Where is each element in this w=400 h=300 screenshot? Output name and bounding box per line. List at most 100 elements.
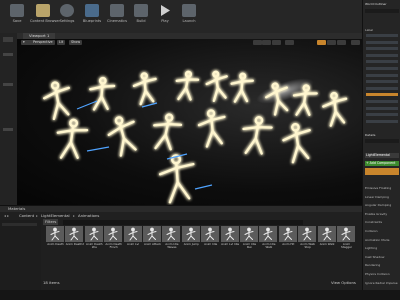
mode-tab[interactable] — [3, 83, 13, 86]
modes-panel — [0, 33, 18, 205]
details-property-row[interactable]: Emissive Floating — [365, 186, 399, 190]
mode-tab[interactable] — [3, 53, 13, 56]
asset-label: Anim Stagger — [340, 243, 352, 249]
asset-tile[interactable]: Anim Death Flinch — [104, 226, 123, 253]
asset-tile[interactable]: Anim Death2 — [65, 226, 84, 253]
asset-label: Anim Lvl — [127, 243, 140, 246]
asset-tile[interactable]: Anim Lvl — [123, 226, 143, 253]
figure-head — [206, 109, 216, 118]
details-property-row[interactable]: Lighting — [365, 246, 399, 250]
glowing-figure — [107, 120, 137, 157]
breadcrumb-animations[interactable]: Animations — [78, 213, 99, 219]
animation-thumbnail-icon — [201, 226, 220, 242]
animation-thumbnail-icon — [317, 226, 336, 242]
blueprint-icon — [85, 4, 99, 17]
glowing-figure — [56, 125, 89, 159]
glowing-figure — [89, 82, 116, 111]
asset-tile[interactable]: Anim Idle Walk — [259, 226, 278, 253]
details-property-row[interactable]: Enable Gravity — [365, 212, 399, 216]
details-property-row[interactable]: Animation Mode — [365, 238, 399, 242]
back-icon[interactable]: ◂ ▸ — [4, 213, 9, 219]
main-toolbar: Save Content Browser Settings Blueprints… — [0, 0, 362, 34]
details-property-row[interactable]: Linear Damping — [365, 195, 399, 199]
asset-tile[interactable]: Anim Attack — [143, 226, 162, 253]
save-button[interactable]: Save — [4, 4, 30, 32]
details-property-row[interactable]: Physics Collision — [365, 272, 399, 276]
asset-label: Anim Idle Run — [242, 243, 257, 249]
mode-tab[interactable] — [3, 128, 13, 131]
animation-thumbnail-icon — [123, 226, 142, 242]
outliner-row[interactable] — [366, 34, 398, 37]
build-button[interactable]: Build — [128, 4, 154, 32]
outliner-row[interactable] — [366, 100, 398, 103]
details-search-input[interactable] — [365, 139, 399, 143]
details-property-row[interactable]: Rendering — [365, 263, 399, 267]
outliner-row[interactable] — [366, 67, 398, 70]
level-viewport[interactable]: ▾ Perspective Lit Show — [17, 39, 362, 205]
outliner-row[interactable] — [366, 80, 398, 84]
breadcrumb-content[interactable]: Content — [19, 213, 34, 219]
asset-label: Anim Death2 — [65, 243, 85, 246]
content-browser-status: 18 items View Options — [41, 280, 362, 290]
asset-tile[interactable]: Anim Idle Run — [240, 226, 259, 253]
cinematics-button[interactable]: Cinematics — [104, 4, 130, 32]
asset-tile[interactable]: Anim Stagger — [337, 226, 356, 253]
blueprints-button[interactable]: Blueprints — [79, 4, 105, 32]
figure-head — [254, 116, 264, 125]
save-icon — [10, 4, 24, 17]
figure-head — [165, 113, 174, 122]
play-button[interactable]: Play — [152, 4, 178, 32]
outliner-search-input[interactable] — [365, 9, 399, 13]
details-property-row[interactable]: Collision — [365, 229, 399, 233]
figure-head — [114, 116, 124, 125]
outliner-row[interactable] — [366, 60, 398, 64]
figure-head — [212, 70, 220, 78]
add-component-button[interactable]: + Add Component — [365, 161, 399, 166]
figure-head — [69, 118, 79, 128]
outliner-row[interactable] — [366, 93, 398, 97]
component-selected-row[interactable] — [365, 168, 399, 175]
details-property-row[interactable]: Angular Damping — [365, 203, 399, 207]
glowing-figure — [205, 75, 228, 103]
outliner-label-header: Label — [365, 28, 374, 32]
selected-actor-name[interactable]: LightElemental — [365, 153, 399, 158]
details-property-row[interactable]: Constraints — [365, 220, 399, 224]
asset-tile[interactable]: Anim Walk Stop — [298, 226, 317, 253]
details-property-row[interactable]: Cast Shadow — [365, 255, 399, 259]
folder-icon — [36, 4, 50, 17]
outliner-row[interactable] — [366, 40, 398, 44]
outliner-row[interactable] — [366, 106, 398, 110]
outliner-row[interactable] — [366, 53, 398, 57]
folder-tree-item[interactable] — [2, 223, 37, 226]
asset-label: Anim Idle Waves — [165, 243, 179, 249]
outliner-row[interactable] — [366, 86, 398, 90]
asset-label: Anim Hit — [282, 243, 295, 246]
outliner-row[interactable] — [366, 113, 398, 117]
outliner-row[interactable] — [366, 119, 398, 123]
animation-thumbnail-icon — [298, 226, 317, 242]
asset-label: Anim Idle Walk — [262, 243, 276, 249]
glowing-figure — [132, 77, 157, 106]
asset-tile[interactable]: Anim Death Idle — [84, 226, 104, 253]
asset-tile[interactable]: Anim Lvl Idle — [220, 226, 240, 253]
animation-thumbnail-icon — [240, 226, 258, 242]
asset-tile[interactable]: Anim Walk — [317, 226, 337, 253]
details-property-row[interactable]: Ignore Radial Impulse — [365, 281, 399, 285]
asset-tile[interactable]: Anim Hit — [278, 226, 298, 253]
asset-tile[interactable]: Anim Jump — [181, 226, 201, 253]
figure-head — [184, 70, 193, 78]
asset-tile[interactable]: Anim Idle Waves — [162, 226, 181, 253]
outliner-row[interactable] — [366, 73, 398, 77]
asset-tile[interactable]: Anim Death — [46, 226, 65, 253]
outliner-row[interactable] — [366, 47, 398, 51]
mode-tab[interactable] — [3, 37, 13, 42]
asset-label: Anim Attack — [143, 243, 161, 246]
view-options-button[interactable]: View Options — [331, 280, 356, 286]
launch-button[interactable]: Launch — [176, 4, 202, 32]
content-browser-button[interactable]: Content Browser — [30, 4, 60, 32]
asset-tile[interactable]: Anim Idle — [201, 226, 220, 253]
glowing-figure — [242, 122, 273, 155]
play-icon — [158, 4, 172, 17]
settings-button[interactable]: Settings — [54, 4, 80, 32]
asset-label: Anim Jump — [183, 243, 199, 246]
